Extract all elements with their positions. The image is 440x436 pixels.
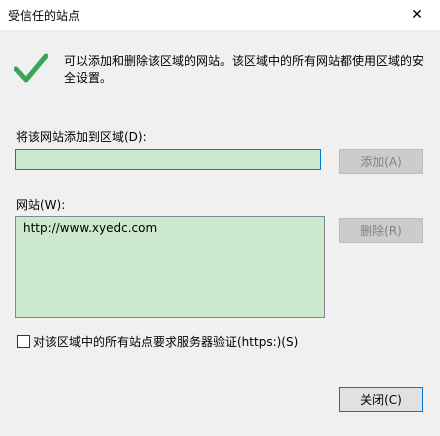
site-url-input[interactable]	[15, 149, 321, 170]
title-bar: 受信任的站点 ✕	[0, 0, 440, 30]
https-checkbox[interactable]	[17, 335, 30, 348]
close-icon[interactable]: ✕	[394, 0, 440, 30]
close-button[interactable]: 关闭(C)	[339, 387, 423, 412]
check-icon	[14, 53, 48, 83]
dialog-title: 受信任的站点	[8, 9, 81, 23]
list-item[interactable]: http://www.xyedc.com	[23, 221, 157, 235]
sites-list[interactable]: http://www.xyedc.com	[15, 216, 325, 318]
add-site-label: 将该网站添加到区域(D):	[16, 130, 147, 144]
trusted-sites-dialog: 受信任的站点 ✕ 可以添加和删除该区域的网站。该区域中的所有网站都使用区域的安全…	[0, 0, 440, 436]
sites-label: 网站(W):	[16, 198, 66, 212]
remove-button[interactable]: 删除(R)	[339, 218, 423, 243]
https-checkbox-label[interactable]: 对该区域中的所有站点要求服务器验证(https:)(S)	[33, 333, 298, 350]
info-text: 可以添加和删除该区域的网站。该区域中的所有网站都使用区域的安全设置。	[64, 54, 425, 85]
add-button[interactable]: 添加(A)	[339, 149, 423, 174]
